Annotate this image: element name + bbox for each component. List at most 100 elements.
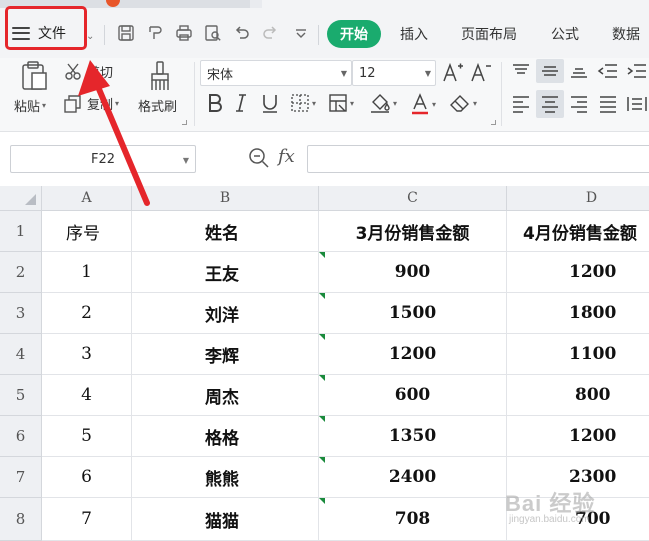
row-header-3[interactable]: 3 <box>0 293 42 334</box>
table-cell[interactable]: 900 <box>319 252 507 293</box>
italic-icon[interactable] <box>233 93 249 113</box>
print-preview-icon[interactable] <box>202 22 224 44</box>
table-cell[interactable]: 熊熊 <box>132 457 319 498</box>
font-size-select[interactable]: 12 ▼ <box>352 60 436 86</box>
formula-input[interactable] <box>307 145 649 173</box>
brush-icon[interactable] <box>148 60 172 92</box>
row-header-4[interactable]: 4 <box>0 334 42 375</box>
justify-icon[interactable] <box>598 95 618 113</box>
align-left-icon[interactable] <box>511 95 531 113</box>
distribute-icon[interactable] <box>626 95 648 113</box>
table-cell[interactable]: 格格 <box>132 416 319 457</box>
table-cell[interactable]: 1 <box>42 252 132 293</box>
table-cell[interactable]: 4 <box>42 375 132 416</box>
copy-button[interactable]: 复制 ▾ <box>64 94 119 113</box>
workbook-tab-active[interactable] <box>262 0 649 8</box>
font-color-icon[interactable]: ▾ <box>410 93 436 115</box>
format-painter-button[interactable]: 格式刷 <box>138 96 177 115</box>
save-icon[interactable] <box>115 22 137 44</box>
cell-style-icon[interactable]: ▾ <box>328 93 354 113</box>
fill-color-icon[interactable]: ▾ <box>369 93 397 113</box>
customize-toolbar-icon[interactable] <box>290 22 312 44</box>
cut-button[interactable]: 剪切 <box>64 62 113 81</box>
row-header-6[interactable]: 6 <box>0 416 42 457</box>
header-cell-name[interactable]: 姓名 <box>132 211 319 252</box>
header-cell-april[interactable]: 4月份销售金额 <box>507 211 649 252</box>
font-name-select[interactable]: 宋体 ▼ <box>200 60 352 86</box>
file-menu-button[interactable]: 文件 <box>12 20 66 46</box>
row-header-5[interactable]: 5 <box>0 375 42 416</box>
row-header-8[interactable]: 8 <box>0 498 42 541</box>
tab-home[interactable]: 开始 <box>327 20 381 48</box>
workbook-tab-inactive[interactable] <box>0 0 250 8</box>
table-cell[interactable]: 2 <box>42 293 132 334</box>
table-cell[interactable]: 1350 <box>319 416 507 457</box>
print-icon[interactable] <box>173 22 195 44</box>
table-cell[interactable]: 6 <box>42 457 132 498</box>
paste-icon[interactable] <box>20 60 50 92</box>
font-dialog-launcher[interactable] <box>491 120 496 125</box>
row-header-2[interactable]: 2 <box>0 252 42 293</box>
column-header-a[interactable]: A <box>42 186 132 211</box>
chevron-down-icon[interactable]: ▼ <box>183 156 189 165</box>
border-icon[interactable]: ▾ <box>290 93 316 113</box>
clear-format-icon[interactable]: ▾ <box>449 93 477 113</box>
align-top-icon[interactable] <box>511 63 531 79</box>
table-cell[interactable]: 1200 <box>507 252 649 293</box>
table-cell[interactable]: 708 <box>319 498 507 541</box>
tab-page-layout[interactable]: 页面布局 <box>461 20 517 48</box>
table-cell[interactable]: 600 <box>319 375 507 416</box>
increase-indent-icon[interactable] <box>626 63 648 79</box>
tab-data[interactable]: 数据 <box>612 20 640 48</box>
table-cell[interactable]: 刘洋 <box>132 293 319 334</box>
select-all-button[interactable] <box>0 186 42 211</box>
format-painter-icon[interactable] <box>144 22 166 44</box>
decrease-font-icon[interactable] <box>470 62 492 82</box>
name-box[interactable]: F22 ▼ <box>10 145 196 173</box>
column-header-b[interactable]: B <box>132 186 319 211</box>
table-cell[interactable]: 800 <box>507 375 649 416</box>
tab-insert[interactable]: 插入 <box>400 20 428 48</box>
table-cell[interactable]: 1100 <box>507 334 649 375</box>
error-indicator-icon[interactable] <box>319 498 325 504</box>
align-center-icon[interactable] <box>536 90 564 118</box>
clipboard-dialog-launcher[interactable] <box>182 120 187 125</box>
table-cell[interactable]: 5 <box>42 416 132 457</box>
error-indicator-icon[interactable] <box>319 416 325 422</box>
undo-icon[interactable] <box>231 22 253 44</box>
table-cell[interactable]: 1800 <box>507 293 649 334</box>
row-header-7[interactable]: 7 <box>0 457 42 498</box>
function-wizard-button[interactable]: fx <box>278 146 295 167</box>
tab-formulas[interactable]: 公式 <box>551 20 579 48</box>
row-header-1[interactable]: 1 <box>0 211 42 252</box>
table-cell[interactable]: 7 <box>42 498 132 541</box>
error-indicator-icon[interactable] <box>319 293 325 299</box>
error-indicator-icon[interactable] <box>319 375 325 381</box>
increase-font-icon[interactable] <box>442 62 464 82</box>
column-header-c[interactable]: C <box>319 186 507 211</box>
table-cell[interactable]: 1200 <box>507 416 649 457</box>
table-cell[interactable]: 1200 <box>319 334 507 375</box>
underline-icon[interactable] <box>260 93 280 113</box>
header-cell-march[interactable]: 3月份销售金额 <box>319 211 507 252</box>
table-cell[interactable]: 周杰 <box>132 375 319 416</box>
column-header-d[interactable]: D <box>507 186 649 211</box>
align-bottom-icon[interactable] <box>569 63 589 79</box>
paste-button[interactable]: 粘贴 ▾ <box>14 96 46 115</box>
bold-icon[interactable] <box>206 93 224 113</box>
error-indicator-icon[interactable] <box>319 334 325 340</box>
table-cell[interactable]: 猫猫 <box>132 498 319 541</box>
error-indicator-icon[interactable] <box>319 252 325 258</box>
chevron-down-icon[interactable]: ⌄ <box>86 31 94 42</box>
table-cell[interactable]: 王友 <box>132 252 319 293</box>
align-middle-icon[interactable] <box>536 59 564 83</box>
table-cell[interactable]: 3 <box>42 334 132 375</box>
header-cell-seq[interactable]: 序号 <box>42 211 132 252</box>
zoom-formula-icon[interactable] <box>248 147 270 173</box>
decrease-indent-icon[interactable] <box>597 63 619 79</box>
align-right-icon[interactable] <box>569 95 589 113</box>
table-cell[interactable]: 1500 <box>319 293 507 334</box>
table-cell[interactable]: 李辉 <box>132 334 319 375</box>
error-indicator-icon[interactable] <box>319 457 325 463</box>
table-cell[interactable]: 2400 <box>319 457 507 498</box>
